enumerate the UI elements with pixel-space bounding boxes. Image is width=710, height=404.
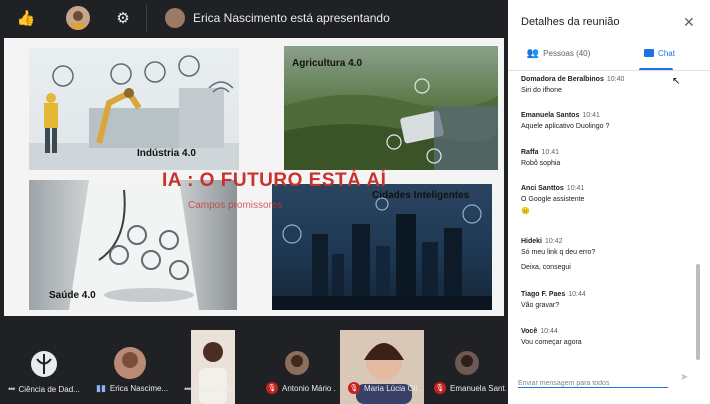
message-time: 10:41 [541,149,560,156]
participant-name: Emanuela Sant... [450,383,506,393]
tab-people-label: Pessoas (40) [543,48,591,58]
people-icon: 👥 [526,47,540,59]
message-sender: Raffa [521,149,539,156]
industria-illustration [29,55,239,170]
speaking-icon: ▮▮ [96,383,106,393]
message-text: Aquele aplicativo Duolingo ? [521,123,610,130]
participant-avatar [114,347,146,379]
message-input-area [518,372,668,391]
shared-slide: Indústria 4.0 Agricultura 4.0 Saúde 4.0 [4,38,504,316]
slide-subtitle: Campos promissores [188,200,283,211]
participant-tile[interactable]: ••• Ciência de Dad... [0,322,86,404]
industria-label: Indústria 4.0 [137,148,196,159]
message-time: 10:42 [545,238,563,245]
message-sender: Emanuela Santos [521,112,580,119]
message-sender: Anci Santtos [521,185,564,192]
participant-avatar [455,351,479,375]
message-sender: Tiago F. Paes [521,291,566,298]
cidades-illustration [272,197,492,310]
agricultura-panel: Agricultura 4.0 [284,46,498,170]
tab-chat[interactable]: Chat [609,36,710,70]
message-time: 10:44 [540,328,558,335]
mic-off-icon: 🎙 [266,382,278,394]
saude-label: Saúde 4.0 [49,290,96,301]
presenter-avatar [165,8,185,28]
message-time: 10:41 [566,185,585,192]
participant-tile[interactable]: 🎙 Antonio Mário ... [258,322,338,404]
message-text: Só meu link q deu erro? [521,249,596,256]
participant-strip: ••• Ciência de Dad... ▮▮ Erica Nascime..… [0,322,508,404]
tab-people[interactable]: 👥 Pessoas (40) [508,36,609,70]
participant-avatar [285,351,309,375]
thumbs-up-icon[interactable]: 👍 [14,6,38,30]
participant-tile[interactable]: ▮▮ Erica Nascime... [88,322,174,404]
slide-title: IA : O FUTURO ESTÁ AÍ [162,170,387,191]
close-icon[interactable]: ✕ [683,14,695,31]
message-time: 10:44 [568,291,586,298]
message-text: Vou começar agora [521,339,582,346]
chat-message: Raffa 10:41 Robô sophia [521,149,697,167]
participant-name: Ciência de Dad... [18,384,80,394]
participant-logo-icon [31,351,57,377]
chat-scrollbar[interactable] [696,264,700,360]
message-time: 10:41 [582,112,600,119]
participant-name-row: ••• Ciência de Dad... [8,384,84,394]
message-input[interactable] [518,376,664,391]
presenter-text: Erica Nascimento está apresentando [193,11,390,25]
cidades-panel: Cidades Inteligentes [272,184,492,310]
participant-tile[interactable]: ••• Alzira Melo [176,322,258,404]
participant-name-row: 🎙 Antonio Mário ... [266,382,336,394]
tab-chat-label: Chat [658,48,675,58]
participant-name-row: 🎙 Maria Lúcia Oli... [348,382,422,394]
panel-title: Detalhes da reunião [521,16,620,28]
industria-panel: Indústria 4.0 [29,48,239,170]
chat-message: Anci Santtos 10:41 O Google assistente 😐 [521,185,697,215]
participant-name-row: ▮▮ Erica Nascime... [96,383,172,394]
agricultura-label: Agricultura 4.0 [292,58,363,69]
message-sender: Hideki [521,238,543,245]
gear-icon[interactable]: ⚙ [111,6,135,30]
participant-name: Erica Nascime... [109,384,169,393]
mic-off-icon: 🎙 [348,382,360,394]
participant-name-row: ••• Alzira Melo [184,384,256,394]
chat-message: Hideki 10:42 Só meu link q deu erro? Deix… [521,238,697,271]
participant-tile[interactable]: 🎙 Emanuela Sant... [426,322,508,404]
chat-icon [644,49,655,57]
more-options-icon[interactable]: ••• [184,384,192,394]
presentation-banner: Erica Nascimento está apresentando [146,4,508,32]
more-options-icon[interactable]: ••• [8,384,16,394]
message-time: 10:40 [606,76,625,83]
chat-message: Domadora de Beralbinos 10:40 Siri do ifho… [521,76,697,94]
top-bar: 👍 ⚙ Erica Nascimento está apresentando [0,0,508,36]
message-text: Robô sophia [521,160,561,167]
meeting-details-panel: Detalhes da reunião ✕ 👥 Pessoas (40) Cha… [508,0,710,404]
mic-off-icon: 🎙 [434,382,446,394]
chat-message: Você 10:44 Vou começar agora [521,328,697,346]
chat-message: Emanuela Santos 10:41 Aquele aplicativo D… [521,112,697,130]
send-icon[interactable]: ➤ [680,372,688,383]
participant-tile[interactable]: 🎙 Maria Lúcia Oli... [340,322,424,404]
message-sender: Domadora de Beralbinos [521,76,604,83]
message-text: Siri do ifhone [521,87,562,94]
message-emoji: 😐 [521,208,530,215]
tabs-divider [508,70,710,71]
participant-name: Alzira Melo [194,384,235,394]
message-text: O Google assistente [521,196,585,203]
message-text: Vão gravar? [521,302,560,309]
participant-name: Antonio Mário ... [282,383,336,393]
participant-name-row: 🎙 Emanuela Sant... [434,382,506,394]
avatar[interactable] [66,6,90,30]
cidades-label: Cidades Inteligentes [372,190,470,201]
chat-messages: Domadora de Beralbinos 10:40 Siri do ifho… [521,72,697,362]
participant-name: Maria Lúcia Oli... [364,383,422,393]
chat-message: Tiago F. Paes 10:44 Vão gravar? [521,291,697,309]
message-text: Deixa, consegui [521,264,571,271]
message-sender: Você [521,328,538,335]
mouse-cursor-icon: ↖ [672,76,681,87]
